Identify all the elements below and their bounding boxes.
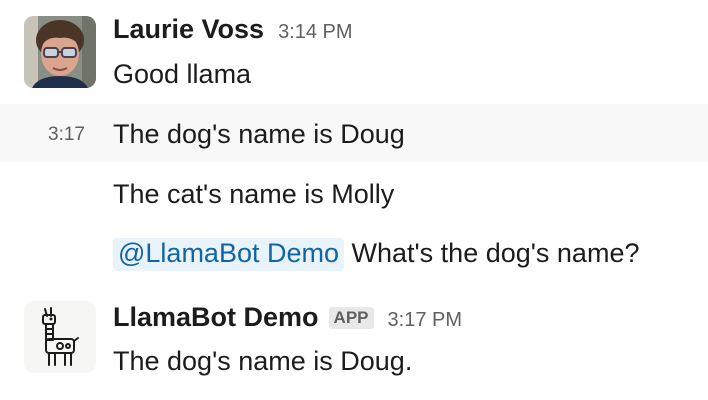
message-timestamp[interactable]: 3:14 PM	[278, 21, 352, 44]
message-text: What's the dog's name?	[344, 238, 640, 268]
sender-line: Laurie Voss 3:14 PM	[113, 14, 353, 45]
app-badge: APP	[328, 307, 374, 329]
message-timestamp[interactable]: 3:17 PM	[388, 309, 462, 332]
user-photo-avatar-icon	[24, 16, 96, 88]
llama-robot-avatar-icon	[24, 301, 96, 373]
message-with-mention: @LlamaBot Demo What's the dog's name?	[113, 238, 639, 271]
message-text: The dog's name is Doug	[113, 119, 405, 149]
sender-name[interactable]: LlamaBot Demo	[113, 302, 319, 333]
llamabot-avatar[interactable]	[24, 301, 96, 373]
message-text: The cat's name is Molly	[113, 179, 395, 209]
message-text: Good llama	[113, 59, 252, 89]
sender-name[interactable]: Laurie Voss	[113, 14, 264, 45]
user-mention-link[interactable]: @LlamaBot Demo	[113, 238, 344, 271]
message-side-timestamp[interactable]: 3:17	[48, 124, 85, 146]
laurie-voss-avatar[interactable]	[24, 16, 96, 88]
sender-line: LlamaBot Demo APP 3:17 PM	[113, 302, 462, 333]
message-text: The dog's name is Doug.	[113, 346, 413, 376]
